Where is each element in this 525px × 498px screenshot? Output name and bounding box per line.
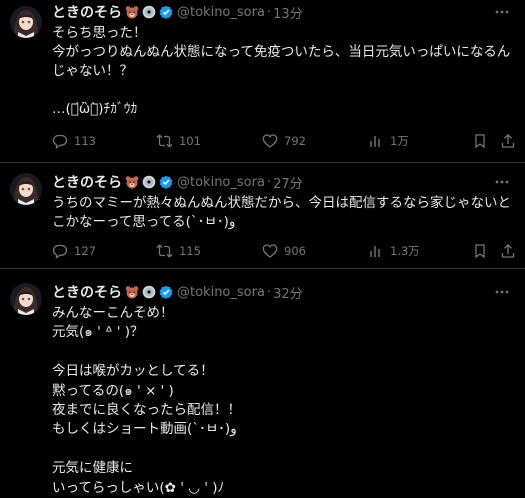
author-handle[interactable]: @tokino_sora	[177, 5, 265, 20]
reply-button[interactable]: 127	[52, 242, 96, 260]
retweet-count: 101	[179, 134, 201, 148]
bookmark-button[interactable]	[472, 132, 488, 150]
verified-badge-icon	[159, 175, 173, 189]
author-name[interactable]: ときのそら	[52, 2, 122, 22]
reply-icon	[52, 134, 68, 149]
retweet-count: 115	[179, 244, 201, 258]
reply-count: 113	[74, 134, 96, 148]
action-bar: 127 115 906 1.3万	[52, 242, 515, 260]
separator-dot: ·	[266, 284, 272, 300]
tweet[interactable]: ときのそら @tokino_sora · 32分 みんなーこんそめ！ 元気(๑ …	[0, 269, 525, 498]
avatar[interactable]	[10, 6, 42, 38]
reply-icon	[52, 244, 68, 259]
tweet-header: ときのそら @tokino_sora · 32分	[52, 282, 303, 302]
heart-icon	[262, 244, 278, 258]
bookmark-icon	[475, 134, 485, 149]
tweet-text: うちのマミーが熱々ぬんぬん状態だから、今日は配信するなら家じゃないとこかなーって…	[52, 195, 511, 230]
heart-icon	[262, 134, 278, 148]
bookmark-icon	[475, 244, 485, 259]
tweet-text: みんなーこんそめ！ 元気(๑ ' ᐞ ' )？ 今日は喉がカッとしてる！ 黙って…	[52, 305, 241, 496]
like-button[interactable]: 906	[262, 242, 306, 260]
more-options-icon[interactable]	[493, 3, 511, 21]
like-count: 906	[284, 244, 306, 258]
views-count: 1万	[390, 134, 409, 148]
like-count: 792	[284, 134, 306, 148]
views-chart-icon	[370, 246, 380, 257]
tweet[interactable]: ときのそら @tokino_sora · 27分 うちのマミーが熱々ぬんぬん状態…	[0, 163, 525, 269]
reply-button[interactable]: 113	[52, 132, 96, 150]
more-options-icon[interactable]	[493, 173, 511, 191]
author-handle[interactable]: @tokino_sora	[177, 285, 265, 300]
tweet-header: ときのそら @tokino_sora · 13分	[52, 2, 303, 22]
retweet-icon	[156, 134, 173, 148]
views-count: 1.3万	[390, 244, 420, 258]
bookmark-button[interactable]	[472, 242, 488, 260]
bear-face-emoji	[125, 175, 139, 189]
share-icon	[501, 133, 515, 148]
cd-disc-emoji	[142, 5, 156, 19]
cd-disc-emoji	[142, 175, 156, 189]
separator-dot: ·	[266, 4, 272, 20]
reply-count: 127	[74, 244, 96, 258]
cd-disc-emoji	[142, 285, 156, 299]
retweet-button[interactable]: 101	[156, 132, 201, 150]
tweet[interactable]: ときのそら @tokino_sora · 13分 そらち思った！ 今がっつりぬん…	[0, 0, 525, 163]
timestamp[interactable]: 13分	[273, 3, 303, 22]
views-button[interactable]: 1万	[368, 132, 409, 150]
avatar[interactable]	[10, 283, 42, 315]
timestamp[interactable]: 27分	[273, 173, 303, 192]
author-name[interactable]: ときのそら	[52, 172, 122, 192]
views-button[interactable]: 1.3万	[368, 242, 420, 260]
like-button[interactable]: 792	[262, 132, 306, 150]
share-button[interactable]	[500, 132, 516, 150]
bear-face-emoji	[125, 5, 139, 19]
author-name[interactable]: ときのそら	[52, 282, 122, 302]
separator-dot: ·	[266, 174, 272, 190]
retweet-icon	[156, 244, 173, 258]
retweet-button[interactable]: 115	[156, 242, 201, 260]
tweet-header: ときのそら @tokino_sora · 27分	[52, 172, 303, 192]
bear-face-emoji	[125, 285, 139, 299]
verified-badge-icon	[159, 5, 173, 19]
views-chart-icon	[370, 136, 380, 147]
author-handle[interactable]: @tokino_sora	[177, 175, 265, 190]
share-button[interactable]	[500, 242, 516, 260]
tweet-text: そらち思った！ 今がっつりぬんぬん状態になって免疫ついたら、当日元気いっぱいにな…	[52, 25, 511, 117]
avatar[interactable]	[10, 173, 42, 205]
verified-badge-icon	[159, 285, 173, 299]
timestamp[interactable]: 32分	[273, 283, 303, 302]
more-options-icon[interactable]	[493, 283, 511, 301]
share-icon	[501, 243, 515, 258]
action-bar: 113 101 792 1万	[52, 132, 515, 150]
